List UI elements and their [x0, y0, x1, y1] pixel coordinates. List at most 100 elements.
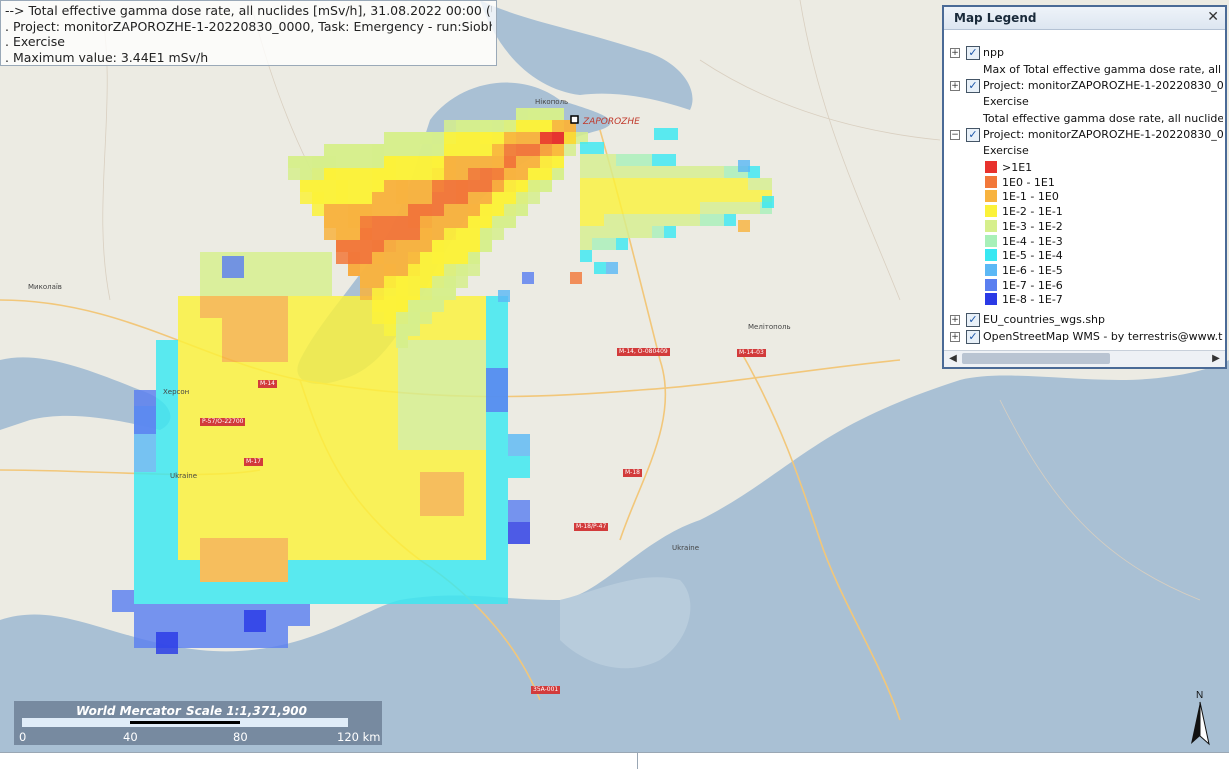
expand-icon[interactable]: +: [950, 81, 960, 91]
plume-cell: [266, 494, 288, 516]
plume-cell: [156, 428, 178, 450]
scale-bar: World Mercator Scale 1:1,371,900 0 40 80…: [14, 701, 382, 745]
plume-cell: [396, 288, 408, 300]
plume-cell: [266, 428, 288, 450]
close-icon[interactable]: ✕: [1207, 9, 1219, 25]
plume-cell: [396, 192, 408, 204]
plume-cell: [420, 216, 432, 228]
plume-cell: [288, 472, 310, 494]
legend-header[interactable]: Map Legend ✕: [944, 7, 1225, 30]
plume-cell: [580, 178, 592, 190]
legend-layer-project-total[interactable]: − ✓ Project: monitorZAPOROZHE-1-20220830…: [944, 127, 1223, 143]
plume-cell: [652, 214, 664, 226]
plume-cell: [288, 604, 310, 626]
plume-cell: [372, 288, 384, 300]
plume-cell: [432, 156, 444, 168]
plume-cell: [396, 300, 408, 312]
plume-cell: [480, 228, 492, 240]
plume-cell: [420, 538, 442, 560]
plume-cell: [384, 216, 396, 228]
plume-cell: [376, 582, 398, 604]
legend-layer-eu-countries[interactable]: + ✓ EU_countries_wgs.shp: [944, 312, 1223, 328]
plume-cell: [540, 144, 552, 156]
plume-cell: [492, 180, 504, 192]
plume-cell: [456, 168, 468, 180]
plume-cell: [200, 428, 222, 450]
scroll-left-icon[interactable]: ◀: [946, 352, 960, 366]
plume-cell: [266, 450, 288, 472]
plume-cell: [288, 340, 310, 362]
plume-cell: [134, 560, 156, 582]
legend-horizontal-scrollbar[interactable]: ◀ ▶: [944, 350, 1225, 367]
plume-cell: [408, 132, 420, 144]
map-label-ukraine: Ukraine: [170, 472, 198, 480]
plume-cell: [432, 204, 444, 216]
plume-cell: [540, 120, 552, 132]
plume-cell: [376, 362, 398, 384]
layer-checkbox[interactable]: ✓: [966, 313, 980, 327]
plume-cell: [376, 384, 398, 406]
scroll-thumb[interactable]: [962, 353, 1110, 364]
layer-checkbox[interactable]: ✓: [966, 330, 980, 344]
plume-cell: [676, 214, 688, 226]
layer-label: npp: [983, 46, 1004, 59]
plume-cell: [348, 156, 360, 168]
layer-checkbox[interactable]: ✓: [966, 79, 980, 93]
plume-cell: [384, 300, 396, 312]
npp-marker-icon[interactable]: [570, 115, 579, 124]
plume-cell: [398, 516, 420, 538]
plume-cell: [266, 252, 288, 274]
plume-cell: [348, 180, 360, 192]
plume-cell: [724, 166, 736, 178]
plume-cell: [640, 202, 652, 214]
plume-cell: [332, 406, 354, 428]
plume-cell: [408, 216, 420, 228]
plume-cell: [420, 156, 432, 168]
plume-cell: [396, 204, 408, 216]
expand-icon[interactable]: +: [950, 48, 960, 58]
plume-cell: [244, 428, 266, 450]
plume-cell: [592, 238, 604, 250]
plume-cell: [332, 516, 354, 538]
legend-class-label: 1E-8 - 1E-7: [1002, 293, 1063, 307]
legend-tree[interactable]: + ✓ npp Max of Total effective gamma dos…: [944, 30, 1223, 350]
legend-layer-npp[interactable]: + ✓ npp: [944, 45, 1223, 61]
plume-cell: [492, 120, 504, 132]
plume-cell: [396, 240, 408, 252]
plume-cell: [372, 228, 384, 240]
plume-cell: [332, 362, 354, 384]
plume-cell: [222, 428, 244, 450]
plume-cell: [486, 390, 508, 412]
collapse-icon[interactable]: −: [950, 130, 960, 140]
plume-cell: [200, 472, 222, 494]
plume-cell: [468, 252, 480, 264]
plume-cell: [354, 538, 376, 560]
plume-cell: [616, 166, 628, 178]
legend-layer-osm[interactable]: + ✓ OpenStreetMap WMS - by terrestris@ww…: [944, 329, 1223, 345]
plume-cell: [178, 450, 200, 472]
legend-layer-project-max[interactable]: + ✓ Project: monitorZAPOROZHE-1-20220830…: [944, 78, 1223, 94]
layer-checkbox[interactable]: ✓: [966, 46, 980, 60]
map-label-kherson: Херсон: [163, 388, 190, 396]
layer-checkbox[interactable]: ✓: [966, 128, 980, 142]
north-label: N: [1196, 690, 1203, 701]
plume-cell: [480, 168, 492, 180]
expand-icon[interactable]: +: [950, 315, 960, 325]
map-legend-panel[interactable]: Map Legend ✕ + ✓ npp Max of Total effect…: [942, 5, 1227, 369]
plume-cell: [372, 300, 384, 312]
plume-cell: [564, 144, 576, 156]
plume-cell: [760, 178, 772, 190]
plume-cell: [156, 582, 178, 604]
plume-cell: [134, 538, 156, 560]
expand-icon[interactable]: +: [950, 332, 960, 342]
plume-cell: [360, 240, 372, 252]
scroll-right-icon[interactable]: ▶: [1209, 352, 1223, 366]
plume-cell: [464, 406, 486, 428]
plume-cell: [420, 362, 442, 384]
plume-cell: [384, 252, 396, 264]
plume-cell: [468, 240, 480, 252]
plume-cell: [178, 626, 200, 648]
road-label: 35A-001: [531, 686, 561, 694]
plume-cell: [464, 582, 486, 604]
plume-cell: [508, 456, 530, 478]
